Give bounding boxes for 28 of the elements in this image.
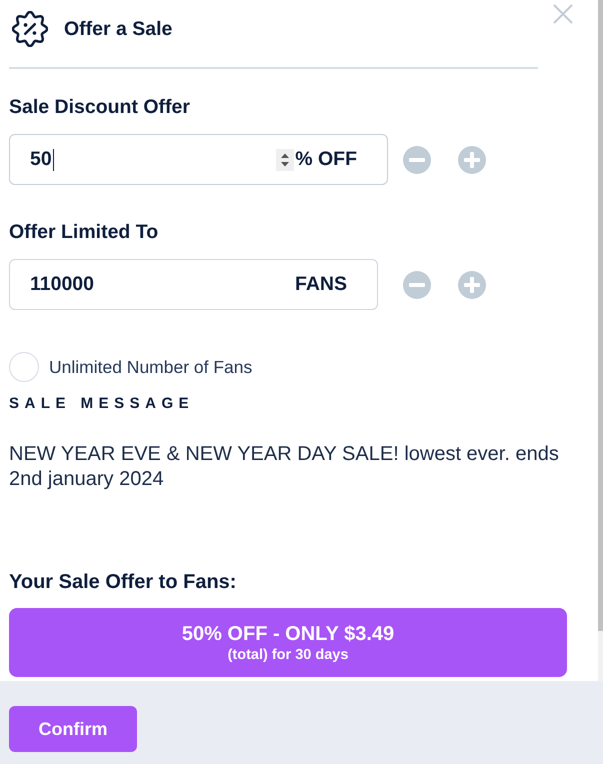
close-icon [553,4,573,24]
spinner-arrows-icon[interactable] [276,148,294,170]
plus-circle-icon [458,270,486,298]
dialog-title: Offer a Sale [64,17,172,41]
radio-label: Unlimited Number of Fans [49,356,252,378]
unit-label: % OFF [295,148,357,171]
decrease-button[interactable] [403,270,431,298]
offer-headline: 50% OFF - ONLY $3.49 [182,622,394,646]
minus-circle-icon [403,270,431,298]
limit-input[interactable]: 110000 FANS [9,259,378,310]
field-label: Offer Limited To [9,221,158,243]
text-cursor-icon [52,148,54,170]
plus-circle-icon [458,146,486,174]
minus-circle-icon [403,146,431,174]
close-button[interactable] [553,4,573,24]
sale-message-field[interactable]: NEW YEAR EVE & NEW YEAR DAY SALE! lowest ever. ends 2nd january 2024 [9,442,567,492]
section-heading: SALE MESSAGE [9,395,194,413]
increase-button[interactable] [458,270,486,298]
field-label: Sale Discount Offer [9,96,190,118]
discount-badge-icon [12,11,48,47]
decrease-button[interactable] [403,146,431,174]
unlimited-radio[interactable] [9,352,39,382]
offer-subline: (total) for 30 days [228,646,348,664]
increase-button[interactable] [458,146,486,174]
confirm-button[interactable]: Confirm [9,706,137,752]
preview-heading: Your Sale Offer to Fans: [9,570,236,594]
unit-label: FANS [294,273,347,296]
discount-input[interactable]: 50 % OFF [9,134,388,185]
